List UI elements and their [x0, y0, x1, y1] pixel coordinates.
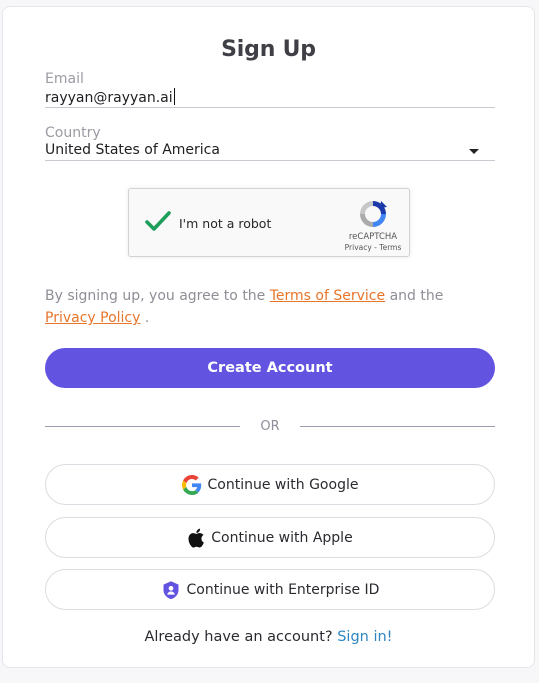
enterprise-button[interactable]: Continue with Enterprise ID [45, 569, 495, 610]
signup-card: Sign Up Email rayyan@rayyan.ai Country U… [2, 6, 535, 668]
privacy-policy-link[interactable]: Privacy Policy [45, 310, 140, 326]
signin-row: Already have an account? Sign in! [3, 629, 534, 645]
signin-link[interactable]: Sign in! [337, 629, 392, 645]
create-account-button[interactable]: Create Account [45, 348, 495, 388]
text-cursor [173, 88, 176, 105]
terms-middle: and the [385, 288, 444, 304]
recaptcha-links[interactable]: Privacy - Terms [333, 243, 413, 252]
signin-prompt: Already have an account? [144, 629, 333, 645]
terms-suffix: . [140, 310, 150, 326]
enterprise-button-label: Continue with Enterprise ID [186, 581, 380, 598]
email-value: rayyan@rayyan.ai [45, 90, 173, 106]
divider-left [45, 426, 240, 427]
recaptcha-label: I'm not a robot [179, 216, 272, 231]
recaptcha-brand: reCAPTCHA [348, 232, 398, 242]
terms-of-service-link[interactable]: Terms of Service [270, 288, 385, 304]
divider-right [300, 426, 495, 427]
terms-text: By signing up, you agree to the Terms of… [45, 285, 505, 329]
shield-person-icon [163, 580, 179, 599]
apple-icon [188, 528, 205, 548]
recaptcha-logo-icon [360, 201, 387, 227]
apple-button-label: Continue with Apple [211, 529, 353, 546]
country-underline [45, 160, 495, 161]
google-button[interactable]: Continue with Google [45, 464, 495, 505]
page-title: Sign Up [221, 37, 316, 62]
country-value: United States of America [45, 142, 220, 158]
recaptcha-widget: I'm not a robot reCAPTCHA Privacy - Term… [128, 188, 410, 257]
terms-prefix: By signing up, you agree to the [45, 288, 270, 304]
country-label: Country [45, 125, 101, 141]
email-label: Email [45, 71, 84, 87]
apple-button[interactable]: Continue with Apple [45, 517, 495, 558]
country-select[interactable]: United States of America [45, 142, 495, 162]
google-button-label: Continue with Google [207, 476, 359, 493]
checkmark-icon[interactable] [143, 207, 173, 237]
email-field[interactable]: rayyan@rayyan.ai [45, 88, 176, 106]
google-icon [181, 474, 201, 495]
or-divider-text: OR [260, 419, 280, 434]
chevron-down-icon[interactable] [469, 149, 479, 154]
email-underline [45, 107, 495, 108]
